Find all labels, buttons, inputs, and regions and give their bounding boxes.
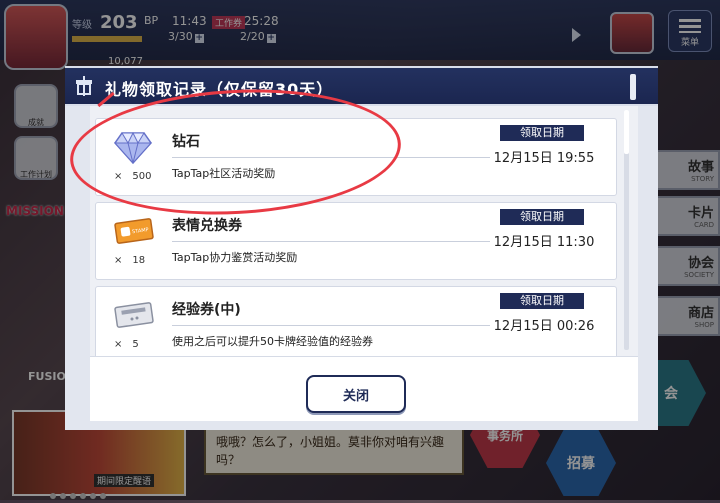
gift-list-item: × 5 经验券(中) 使用之后可以提升50卡牌经验值的经验券 领取日期 12月15…: [95, 286, 617, 356]
gift-list-item: STAMP × 18 表情兑换券 TapTap协力鉴赏活动奖励 领取日期 12月1…: [95, 202, 617, 280]
divider: [172, 157, 490, 158]
item-name: 钻石: [172, 134, 200, 150]
item-quantity: × 5: [114, 339, 139, 350]
modal-frame-left: [65, 106, 90, 430]
item-description: TapTap协力鉴赏活动奖励: [172, 251, 298, 264]
item-description: TapTap社区活动奖励: [172, 167, 276, 180]
modal-frame-bottom: [65, 420, 658, 430]
gift-list-item: × 500 钻石 TapTap社区活动奖励 领取日期 12月15日 19:55: [95, 118, 617, 196]
claim-date-label: 领取日期: [500, 293, 584, 309]
gift-history-modal: 礼物领取记录（仅保留30天） × 500 钻石 TapTap社区活动奖励 领取日期…: [65, 66, 658, 430]
close-button[interactable]: 关闭: [306, 375, 406, 413]
gift-icon: [76, 76, 92, 96]
modal-footer: 关闭: [90, 356, 638, 421]
divider: [172, 325, 490, 326]
divider: [172, 241, 490, 242]
stamp-ticket-icon: STAMP: [114, 213, 154, 249]
item-quantity: × 500: [114, 171, 152, 182]
item-quantity: × 18: [114, 255, 146, 266]
item-name: 表情兑换券: [172, 218, 242, 234]
modal-frame-right: [638, 106, 658, 430]
claim-date-value: 12月15日 19:55: [493, 151, 595, 166]
claim-date-label: 领取日期: [500, 125, 584, 141]
gift-list[interactable]: × 500 钻石 TapTap社区活动奖励 领取日期 12月15日 19:55 S…: [90, 106, 638, 356]
diamond-icon: [113, 129, 153, 165]
list-scrollbar[interactable]: [624, 110, 629, 350]
header-scroll-indicator: [630, 74, 636, 100]
item-description: 使用之后可以提升50卡牌经验值的经验券: [172, 335, 373, 348]
item-name: 经验券(中): [172, 302, 241, 318]
claim-date-value: 12月15日 00:26: [493, 319, 595, 334]
exp-ticket-icon: [114, 297, 154, 333]
claim-date-label: 领取日期: [500, 209, 584, 225]
claim-date-value: 12月15日 11:30: [493, 235, 595, 250]
modal-header: 礼物领取记录（仅保留30天）: [65, 66, 658, 106]
modal-title: 礼物领取记录（仅保留30天）: [105, 80, 334, 99]
scrollbar-thumb[interactable]: [624, 110, 629, 154]
